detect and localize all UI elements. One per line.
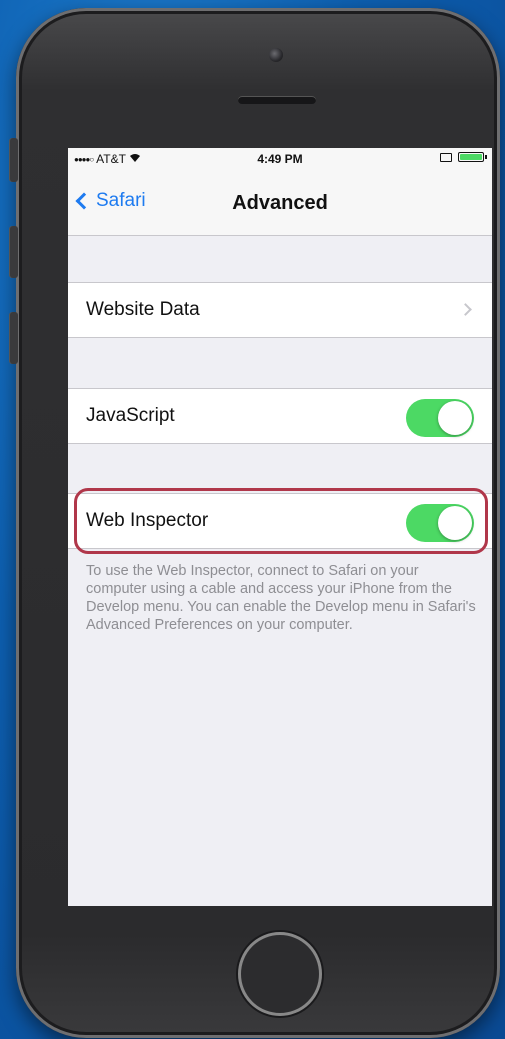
web-inspector-row: Web Inspector [68, 493, 492, 549]
front-camera [269, 48, 283, 62]
iphone-frame: ●●●●○ AT&T 4:49 PM Safari Advanced Websi… [10, 8, 500, 1038]
javascript-row: JavaScript [68, 388, 492, 444]
toggle-knob [438, 506, 472, 540]
toggle-knob [438, 401, 472, 435]
page-title: Advanced [232, 192, 328, 214]
phone-screen: ●●●●○ AT&T 4:49 PM Safari Advanced Websi… [68, 148, 492, 906]
web-inspector-toggle[interactable] [406, 504, 474, 542]
website-data-label: Website Data [86, 299, 200, 320]
website-data-row[interactable]: Website Data [68, 282, 492, 338]
airplay-icon [440, 152, 452, 162]
status-bar: ●●●●○ AT&T 4:49 PM [68, 148, 492, 170]
volume-up-button [10, 226, 18, 278]
volume-down-button [10, 312, 18, 364]
javascript-label: JavaScript [86, 405, 175, 426]
web-inspector-description: To use the Web Inspector, connect to Saf… [86, 563, 476, 633]
web-inspector-label: Web Inspector [86, 510, 209, 531]
status-time: 4:49 PM [257, 152, 303, 166]
javascript-toggle[interactable] [406, 399, 474, 437]
home-button[interactable] [238, 932, 322, 1016]
battery-icon [458, 152, 487, 162]
mute-switch [10, 138, 18, 182]
chevron-right-icon [459, 303, 472, 316]
earpiece-speaker [238, 96, 316, 104]
battery-level [460, 154, 482, 160]
navigation-bar: Safari Advanced [68, 170, 492, 236]
